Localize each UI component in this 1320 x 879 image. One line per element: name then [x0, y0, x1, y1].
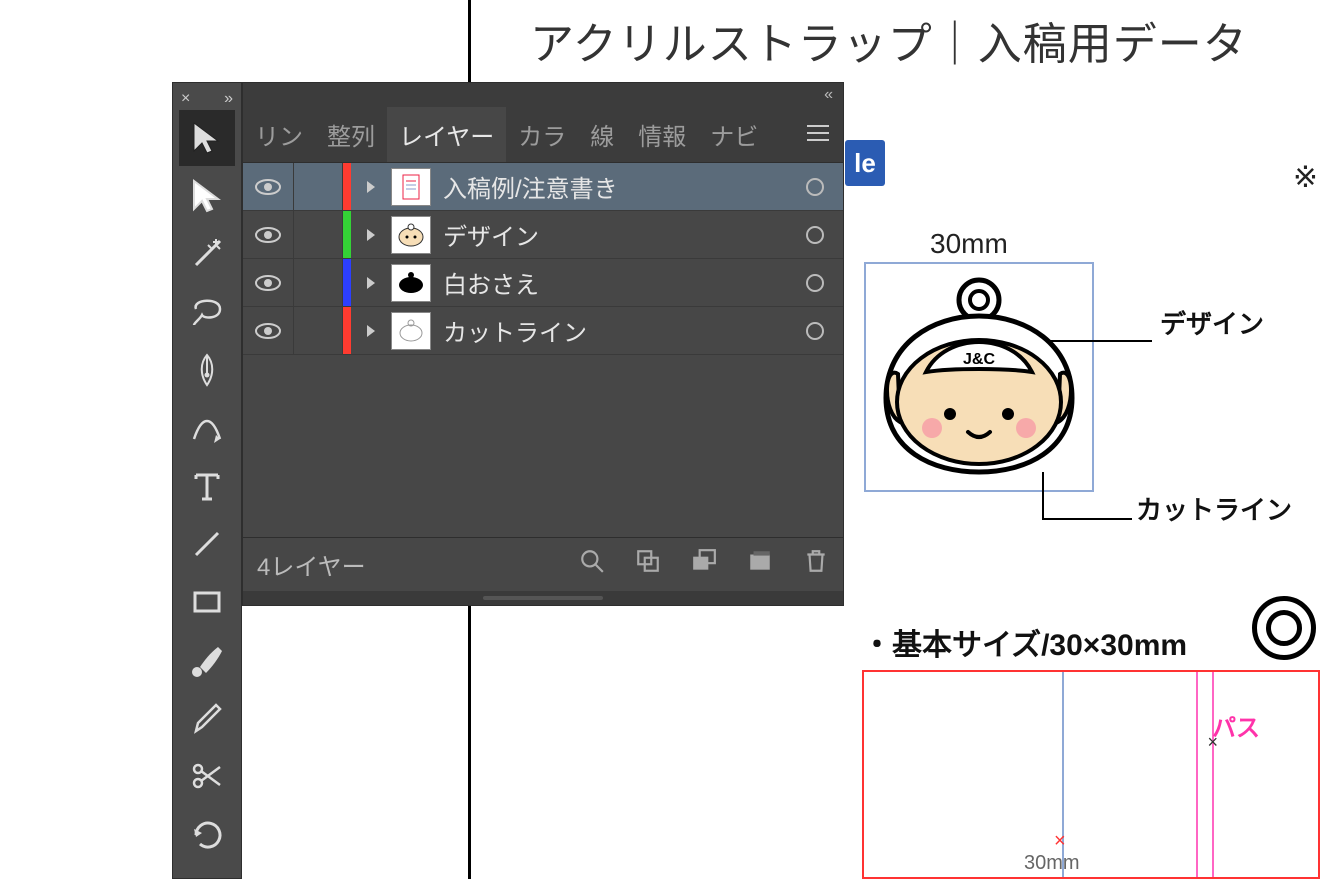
layer-count: 4レイヤー: [257, 547, 366, 582]
layer-thumbnail: [391, 216, 431, 254]
tab-info[interactable]: 情報: [626, 107, 698, 162]
layer-thumbnail: [391, 312, 431, 350]
make-clipping-icon[interactable]: [691, 548, 717, 581]
panel-collapse-bar[interactable]: «: [243, 83, 843, 107]
rotate-tool[interactable]: [179, 806, 235, 862]
dimension-label-top: 30mm: [930, 228, 1008, 260]
callout-leader: [1042, 518, 1132, 520]
visibility-toggle[interactable]: [243, 321, 293, 341]
lock-toggle[interactable]: [293, 259, 343, 306]
panel-resize-grip[interactable]: [243, 591, 843, 605]
tab-align[interactable]: 整列: [315, 107, 387, 162]
close-icon[interactable]: ×: [181, 90, 190, 108]
new-sublayer-icon[interactable]: [747, 548, 773, 581]
callout-design: デザイン: [1160, 304, 1264, 341]
path-label: パス: [1212, 708, 1260, 743]
layer-color-swatch: [343, 307, 351, 354]
target-icon[interactable]: [787, 226, 843, 244]
rectangle-tool[interactable]: [179, 574, 235, 630]
tab-layers[interactable]: レイヤー: [387, 107, 506, 162]
locate-object-icon[interactable]: [635, 548, 661, 581]
visibility-toggle[interactable]: [243, 273, 293, 293]
layers-footer: 4レイヤー: [243, 537, 843, 591]
target-icon[interactable]: [787, 178, 843, 196]
paintbrush-tool[interactable]: [179, 632, 235, 688]
line-tool[interactable]: [179, 516, 235, 572]
pen-tool[interactable]: [179, 342, 235, 398]
lock-toggle[interactable]: [293, 307, 343, 354]
layer-name[interactable]: 白おさえ: [443, 265, 787, 300]
dimension-label-bottom: 30mm: [1024, 852, 1080, 875]
lock-toggle[interactable]: [293, 211, 343, 258]
layer-color-swatch: [343, 259, 351, 306]
double-circle-icon: [1252, 596, 1316, 660]
target-icon[interactable]: [787, 274, 843, 292]
tools-panel[interactable]: × »: [172, 82, 242, 879]
template-grid: パス × × 30mm: [862, 670, 1320, 879]
trash-icon[interactable]: [803, 548, 829, 581]
search-icon[interactable]: [579, 548, 605, 581]
callout-cutline: カットライン: [1136, 490, 1292, 527]
layer-name[interactable]: カットライン: [443, 313, 787, 348]
expand-layer-icon[interactable]: [351, 228, 391, 242]
visibility-toggle[interactable]: [243, 225, 293, 245]
tab-nav[interactable]: ナビ: [698, 107, 770, 162]
anchor-glyph: ×: [1207, 732, 1218, 753]
lasso-tool[interactable]: [179, 284, 235, 340]
type-tool[interactable]: [179, 458, 235, 514]
selection-tool[interactable]: [179, 110, 235, 166]
note-glyph: ※: [1293, 160, 1318, 195]
scissors-tool[interactable]: [179, 748, 235, 804]
collapse-icon[interactable]: «: [824, 86, 833, 104]
tab-stroke[interactable]: 線: [578, 107, 626, 162]
tools-panel-header[interactable]: × »: [173, 89, 241, 109]
expand-layer-icon[interactable]: [351, 180, 391, 194]
panel-menu-icon[interactable]: [793, 121, 843, 149]
layer-color-swatch: [343, 163, 351, 210]
layer-row[interactable]: 入稿例/注意書き: [243, 163, 843, 211]
expand-layer-icon[interactable]: [351, 324, 391, 338]
layer-row[interactable]: カットライン: [243, 307, 843, 355]
grid-pink-line: [1196, 672, 1198, 877]
tab-color[interactable]: カラ: [506, 107, 578, 162]
layer-row[interactable]: デザイン: [243, 211, 843, 259]
layer-color-swatch: [343, 211, 351, 258]
layers-panel[interactable]: « リン 整列 レイヤー カラ 線 情報 ナビ 入稿例/注意書きデザイン白おさえ…: [242, 82, 844, 606]
curvature-tool[interactable]: [179, 400, 235, 456]
layer-name[interactable]: 入稿例/注意書き: [443, 169, 787, 204]
panel-tabs: リン 整列 レイヤー カラ 線 情報 ナビ: [243, 107, 843, 163]
target-icon[interactable]: [787, 322, 843, 340]
expand-layer-icon[interactable]: [351, 276, 391, 290]
pencil-tool[interactable]: [179, 690, 235, 746]
layer-list: 入稿例/注意書きデザイン白おさえカットライン: [243, 163, 843, 537]
center-x-mark: ×: [1054, 830, 1066, 853]
magic-wand-tool[interactable]: [179, 226, 235, 282]
svg-text:J&C: J&C: [963, 351, 995, 368]
lock-toggle[interactable]: [293, 163, 343, 210]
layer-name[interactable]: デザイン: [443, 217, 787, 252]
tab-link[interactable]: リン: [243, 107, 315, 162]
layer-thumbnail: [391, 168, 431, 206]
visibility-toggle[interactable]: [243, 177, 293, 197]
direct-select-tool[interactable]: [179, 168, 235, 224]
partial-sample-tag: le: [845, 140, 885, 186]
base-size-note: ・基本サイズ/30×30mm: [862, 620, 1187, 664]
layer-row[interactable]: 白おさえ: [243, 259, 843, 307]
character-illustration: J&C: [876, 272, 1082, 482]
layer-thumbnail: [391, 264, 431, 302]
document-title: アクリルストラップ｜入稿用データ: [530, 8, 1248, 72]
expand-icon[interactable]: »: [224, 90, 233, 108]
grid-pink-line: [1212, 672, 1214, 877]
